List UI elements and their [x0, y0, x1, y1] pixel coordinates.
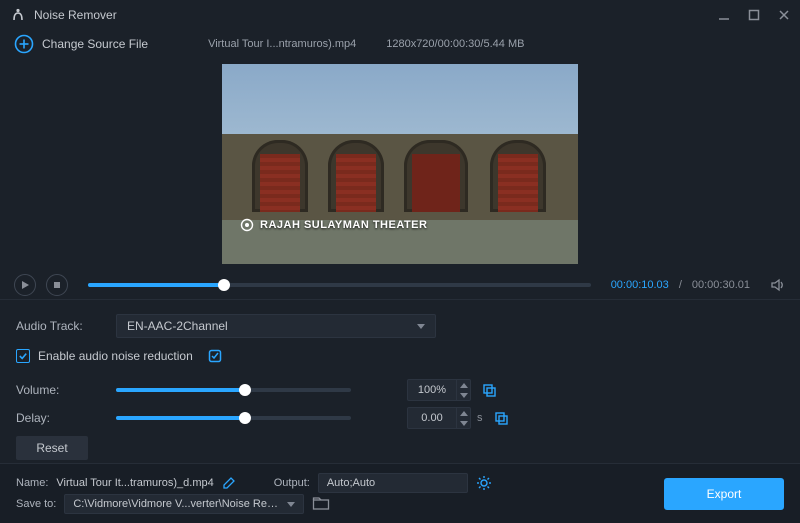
stop-button[interactable] — [46, 274, 68, 296]
reset-label: Reset — [36, 441, 67, 455]
volume-step-up[interactable] — [457, 380, 470, 390]
saveto-value: C:\Vidmore\Vidmore V...verter\Noise Remo… — [73, 498, 283, 510]
enable-noise-reduction-label: Enable audio noise reduction — [38, 349, 193, 363]
delay-value-input[interactable] — [408, 408, 456, 428]
titlebar: Noise Remover — [0, 0, 800, 30]
output-settings-icon[interactable] — [476, 475, 492, 491]
video-preview[interactable]: RAJAH SULAYMAN THEATER — [222, 64, 578, 264]
duration: 00:00:30.01 — [692, 279, 750, 291]
saveto-label: Save to: — [16, 498, 56, 510]
output-format-select[interactable]: Auto;Auto — [318, 473, 468, 493]
app-title: Noise Remover — [34, 8, 117, 22]
output-name-value: Virtual Tour It...tramuros)_d.mp4 — [56, 477, 213, 489]
delay-copy-icon[interactable] — [493, 410, 509, 426]
location-pin-icon — [240, 218, 254, 232]
volume-step-down[interactable] — [457, 390, 470, 400]
noise-reduction-settings-icon[interactable] — [207, 348, 223, 364]
saveto-select[interactable]: C:\Vidmore\Vidmore V...verter\Noise Remo… — [64, 494, 304, 514]
chevron-down-icon — [417, 324, 425, 329]
chevron-down-icon — [287, 502, 295, 507]
delay-slider[interactable] — [116, 416, 351, 420]
export-button[interactable]: Export — [664, 478, 784, 510]
plus-circle-icon — [14, 34, 34, 54]
audio-track-value: EN-AAC-2Channel — [127, 319, 228, 333]
source-filename: Virtual Tour I...ntramuros).mp4 — [208, 38, 356, 50]
export-label: Export — [707, 487, 742, 501]
reset-button[interactable]: Reset — [16, 436, 88, 460]
volume-icon[interactable] — [770, 277, 786, 293]
play-button[interactable] — [14, 274, 36, 296]
check-icon — [19, 352, 27, 360]
change-source-button[interactable]: Change Source File — [14, 34, 148, 54]
volume-label: Volume: — [16, 383, 116, 397]
volume-copy-icon[interactable] — [481, 382, 497, 398]
preview-area: RAJAH SULAYMAN THEATER — [0, 58, 800, 270]
delay-spinner[interactable] — [407, 407, 471, 429]
source-row: Change Source File Virtual Tour I...ntra… — [0, 30, 800, 58]
audio-panel: Audio Track: EN-AAC-2Channel Enable audi… — [0, 300, 800, 468]
delay-unit: s — [477, 412, 483, 424]
open-folder-icon[interactable] — [312, 497, 330, 511]
stop-icon — [52, 280, 62, 290]
transport-bar: 00:00:10.03 / 00:00:30.01 — [0, 270, 800, 300]
minimize-icon[interactable] — [718, 9, 730, 21]
output-format-label: Output: — [274, 477, 310, 489]
volume-value-input[interactable] — [408, 380, 456, 400]
overlay-text: RAJAH SULAYMAN THEATER — [260, 219, 427, 231]
bottom-bar: Name: Virtual Tour It...tramuros)_d.mp4 … — [0, 463, 800, 523]
delay-step-down[interactable] — [457, 418, 470, 428]
maximize-icon[interactable] — [748, 9, 760, 21]
current-time: 00:00:10.03 — [611, 279, 669, 291]
audio-track-select[interactable]: EN-AAC-2Channel — [116, 314, 436, 338]
change-source-label: Change Source File — [42, 37, 148, 51]
app-logo-icon — [10, 7, 26, 23]
play-icon — [20, 280, 30, 290]
delay-label: Delay: — [16, 411, 116, 425]
source-info: 1280x720/00:00:30/5.44 MB — [386, 38, 524, 50]
volume-spinner[interactable] — [407, 379, 471, 401]
timeline-slider[interactable] — [88, 283, 591, 287]
close-icon[interactable] — [778, 9, 790, 21]
enable-noise-reduction-checkbox[interactable] — [16, 349, 30, 363]
audio-track-label: Audio Track: — [16, 319, 116, 333]
output-format-value: Auto;Auto — [327, 477, 375, 489]
edit-name-icon[interactable] — [222, 476, 236, 490]
time-separator: / — [679, 279, 682, 291]
output-name-label: Name: — [16, 477, 48, 489]
volume-slider[interactable] — [116, 388, 351, 392]
delay-step-up[interactable] — [457, 408, 470, 418]
